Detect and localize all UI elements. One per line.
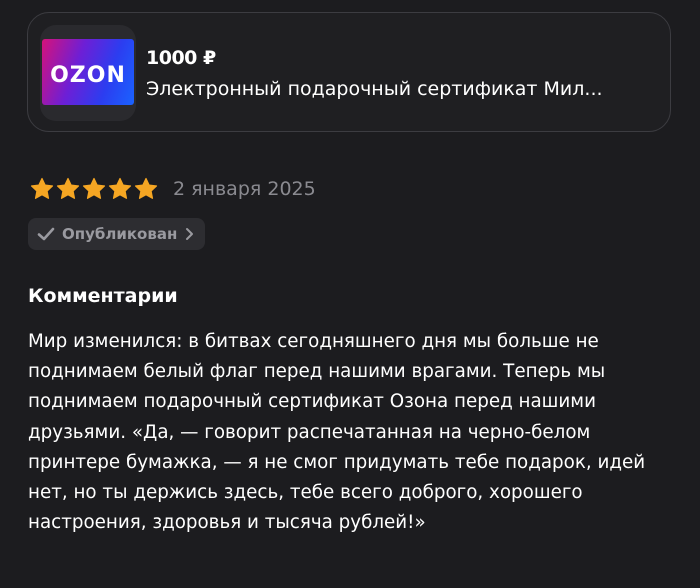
- check-icon: [37, 227, 55, 241]
- product-price: 1000 ₽: [146, 47, 216, 69]
- rating-row: 2 января 2025: [29, 176, 316, 202]
- status-label: Опубликован: [62, 225, 178, 243]
- product-image[interactable]: OZON: [40, 25, 136, 121]
- star-icon: [55, 176, 81, 202]
- chevron-right-icon: [186, 228, 194, 240]
- star-icon: [133, 176, 159, 202]
- comments-heading: Комментарии: [28, 285, 178, 307]
- product-title[interactable]: Электронный подарочный сертификат Мил...: [146, 78, 646, 100]
- star-icon: [107, 176, 133, 202]
- star-icon: [81, 176, 107, 202]
- ozon-logo-banner: OZON: [42, 39, 134, 105]
- ozon-logo: OZON: [50, 63, 126, 88]
- comment-text: Мир изменился: в битвах сегодняшнего дня…: [28, 331, 646, 534]
- status-badge[interactable]: Опубликован: [28, 218, 206, 250]
- star-rating: [29, 176, 159, 202]
- product-card[interactable]: OZON 1000 ₽ Электронный подарочный серти…: [27, 12, 671, 132]
- star-icon: [29, 176, 55, 202]
- review-date: 2 января 2025: [173, 178, 316, 200]
